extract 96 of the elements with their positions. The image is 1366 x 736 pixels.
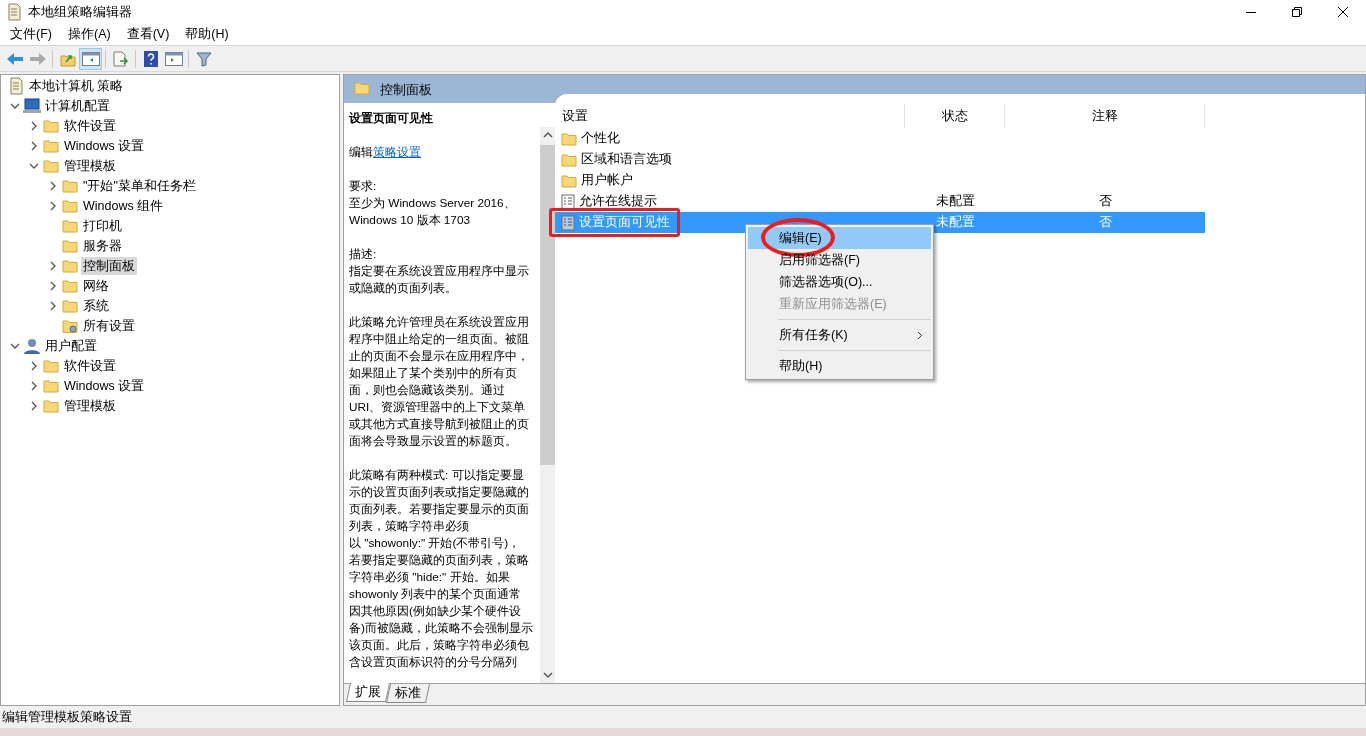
tree-item[interactable]: 打印机 — [81, 216, 124, 236]
menu-option[interactable]: 帮助(H) — [748, 355, 931, 377]
policy-icon — [561, 214, 575, 231]
setting-name: 允许在线提示 — [579, 193, 657, 211]
folder-icon — [62, 179, 78, 193]
tree-item[interactable]: 软件设置 — [62, 356, 118, 376]
forward-arrow-icon — [28, 51, 47, 66]
window-title: 本地组策略编辑器 — [28, 3, 132, 21]
folder-icon — [43, 379, 59, 393]
state-cell-text: 未配置 — [935, 193, 975, 211]
menu-option[interactable]: 启用筛选器(F) — [748, 249, 931, 271]
back-arrow-icon — [5, 51, 24, 66]
folder-icon — [62, 199, 78, 213]
tree-item[interactable]: 所有设置 — [81, 316, 137, 336]
folder-icon — [43, 119, 59, 133]
policy-settings-link[interactable]: 策略设置 — [373, 145, 421, 159]
setting-name: 区域和语言选项 — [581, 151, 672, 169]
help-icon — [143, 50, 158, 67]
comment-cell-text: 否 — [1098, 193, 1112, 211]
view-tab[interactable]: 标准 — [386, 684, 430, 703]
menu-item[interactable]: 查看(V) — [118, 25, 178, 44]
folder-icon — [43, 159, 59, 173]
minimize-icon — [1246, 11, 1256, 13]
tree-pane-icon — [81, 51, 100, 66]
description-paragraph: 此策略有两种模式: 可以指定要显 示的设置页面列表或指定要隐藏的 页面列表。若要指定要显示的页面 列表，策略字符串必须 以 "showonly:" 开始(不带引号)， 若要指定要隐藏的页面列表，策略 字符串必须 "hide:" 开始。如果 showonly 列表中的某个页面通常 因其他原因(例如缺少某个硬件设 备)而被隐藏，此策略不会强制显示 该页面。此后，策略字符串必须包 含设置页面标识符的分号分隔列 — [349, 467, 533, 671]
folder-icon — [43, 139, 59, 153]
section-text: 指定要在系统设置应用程序中显示 或隐藏的页面列表。 — [349, 263, 530, 297]
tree-item[interactable]: 管理模板 — [62, 396, 118, 416]
document-icon — [8, 77, 24, 95]
tree-item[interactable]: "开始"菜单和任务栏 — [81, 176, 198, 196]
tree-item[interactable]: 软件设置 — [62, 116, 118, 136]
tree-item[interactable]: 网络 — [81, 276, 111, 296]
menu-option[interactable]: 编辑(E) — [748, 227, 931, 249]
folder-icon — [43, 399, 59, 413]
tree-item[interactable]: 服务器 — [81, 236, 124, 256]
folder-icon — [561, 152, 577, 167]
panel-title: 控制面板 — [380, 82, 432, 99]
tree-item[interactable]: Windows 设置 — [62, 136, 147, 156]
chevron-down-icon[interactable] — [10, 341, 20, 351]
folder-icon — [62, 259, 78, 273]
table-row[interactable]: 区域和语言选项 — [555, 149, 1205, 170]
folder-icon — [561, 131, 577, 146]
tree-item[interactable]: 用户配置 — [43, 336, 99, 356]
tree-item[interactable]: 计算机配置 — [43, 96, 112, 116]
folder-icon — [62, 279, 78, 293]
folder-icon — [62, 239, 78, 253]
toolbar-button[interactable] — [79, 47, 102, 70]
tree-item[interactable]: 管理模板 — [62, 156, 118, 176]
view-tab[interactable]: 扩展 — [346, 683, 390, 702]
folder-icon — [62, 219, 78, 233]
settings-folder-icon — [62, 318, 78, 334]
table-row[interactable]: 个性化 — [555, 128, 1205, 149]
menu-option[interactable]: 所有任务(K) — [748, 324, 931, 346]
status-text: 编辑管理模板策略设置 — [2, 709, 132, 727]
section-heading: 要求: — [349, 178, 378, 195]
scrollbar[interactable] — [540, 127, 555, 683]
scroll-thumb[interactable] — [540, 145, 555, 465]
user-icon — [23, 338, 41, 354]
folder-icon — [561, 173, 577, 188]
table-row[interactable]: 用户帐户 — [555, 170, 1205, 191]
state-cell-text: 未配置 — [935, 214, 975, 232]
folder-icon — [62, 299, 78, 313]
tree-item[interactable]: 系统 — [81, 296, 111, 316]
setting-name: 个性化 — [581, 130, 620, 148]
menu-item[interactable]: 文件(F) — [2, 25, 60, 44]
menu-item[interactable]: 帮助(H) — [177, 25, 237, 44]
restore-icon — [1292, 7, 1302, 17]
policy-icon — [561, 193, 575, 210]
edit-sentence: 编辑策略设置 — [349, 144, 422, 161]
tree-item[interactable]: 控制面板 — [81, 256, 137, 276]
description-paragraph: 此策略允许管理员在系统设置应用 程序中阻止给定的一组页面。被阻 止的页面不会显示在应用程序中， 如果阻止了某个类别中的所有页 面，则也会隐藏该类别。通过 URI、资源管理器中的上下文菜单 或其他方式直接导航到被阻止的页 面将会导致显示设置的标题页。 — [349, 314, 529, 450]
document-icon — [6, 3, 22, 21]
export-list-icon — [111, 50, 130, 67]
tree-item[interactable]: Windows 设置 — [62, 376, 147, 396]
policy-title: 设置页面可见性 — [349, 110, 434, 127]
close-icon — [1338, 7, 1348, 17]
folder-icon — [354, 81, 370, 95]
action-pane-icon — [164, 51, 183, 66]
chevron-down-icon[interactable] — [10, 101, 20, 111]
tree-item[interactable]: Windows 组件 — [81, 196, 166, 216]
folder-icon — [43, 359, 59, 373]
computer-icon — [23, 98, 41, 114]
tree-item[interactable]: 本地计算机 策略 — [27, 76, 126, 96]
column-header[interactable]: 注释 — [1005, 104, 1205, 128]
section-heading: 描述: — [349, 246, 378, 263]
setting-name: 用户帐户 — [581, 172, 633, 190]
column-header[interactable]: 状态 — [905, 104, 1005, 128]
chevron-down-icon[interactable] — [29, 161, 39, 171]
menu-option[interactable]: 筛选器选项(O)... — [748, 271, 931, 293]
table-row[interactable]: 允许在线提示 未配置 否 — [555, 191, 1205, 212]
setting-name: 设置页面可见性 — [579, 214, 670, 232]
section-text: 至少为 Windows Server 2016、 Windows 10 版本 1703 — [349, 195, 517, 229]
menu-item[interactable]: 操作(A) — [59, 25, 119, 44]
comment-cell-text: 否 — [1098, 214, 1112, 232]
filter-icon — [195, 50, 212, 67]
column-header[interactable]: 设置 — [555, 104, 905, 128]
